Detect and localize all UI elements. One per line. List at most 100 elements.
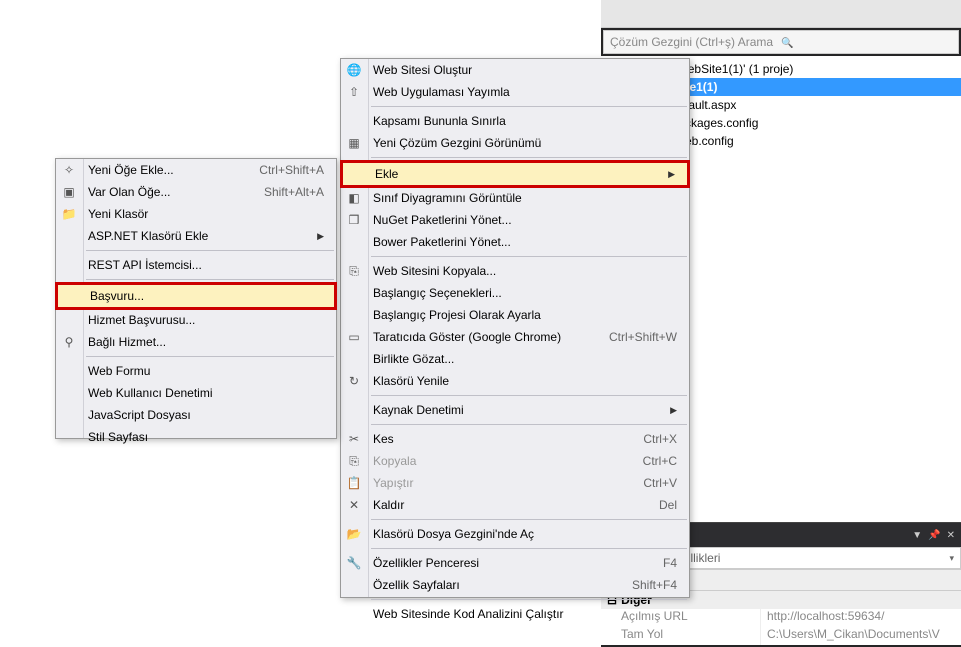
menu-item[interactable]: ⎘ Web Sitesini Kopyala... bbox=[341, 260, 689, 282]
menu-item[interactable]: ✂KesCtrl+X bbox=[341, 428, 689, 450]
menu-separator bbox=[371, 548, 687, 549]
nuget-icon: ❒ bbox=[346, 212, 362, 228]
menu-item[interactable]: 📂Klasörü Dosya Gezgini'nde Aç bbox=[341, 523, 689, 545]
blank-icon bbox=[346, 234, 362, 250]
menu-item-label: Kaldır bbox=[373, 498, 635, 512]
globe-icon: 🌐 bbox=[346, 62, 362, 78]
blank-icon bbox=[61, 429, 77, 445]
submenu-arrow-icon: ▶ bbox=[668, 169, 675, 180]
menu-item[interactable]: Başlangıç Projesi Olarak Ayarla bbox=[341, 304, 689, 326]
menu-item[interactable]: ▭Taratıcıda Göster (Google Chrome)Ctrl+S… bbox=[341, 326, 689, 348]
menu-item-label: Taratıcıda Göster (Google Chrome) bbox=[373, 330, 585, 344]
search-placeholder: Çözüm Gezgini (Ctrl+ş) Arama bbox=[610, 35, 781, 49]
menu-item-label: Özellikler Penceresi bbox=[373, 556, 639, 570]
menu-item[interactable]: Web Sitesinde Kod Analizini Çalıştır bbox=[341, 603, 689, 625]
close-icon[interactable]: ✕ bbox=[947, 530, 955, 541]
wrench-icon: 🔧 bbox=[346, 555, 362, 571]
solution-search-box[interactable]: Çözüm Gezgini (Ctrl+ş) Arama bbox=[603, 30, 959, 54]
menu-item-label: Web Sitesi Oluştur bbox=[373, 63, 677, 77]
refresh-icon: ↻ bbox=[346, 373, 362, 389]
menu-item-shortcut: Ctrl+Shift+A bbox=[259, 163, 324, 177]
menu-item[interactable]: ❒NuGet Paketlerini Yönet... bbox=[341, 209, 689, 231]
new-item-icon: ✧ bbox=[61, 162, 77, 178]
menu-item[interactable]: Kaynak Denetimi▶ bbox=[341, 399, 689, 421]
menu-item-shortcut: Del bbox=[659, 498, 677, 512]
property-value: http://localhost:59634/ bbox=[761, 609, 961, 627]
blank-icon bbox=[61, 228, 77, 244]
menu-item-label: Özellik Sayfaları bbox=[373, 578, 608, 592]
menu-item[interactable]: Başvuru... bbox=[55, 282, 337, 310]
menu-item[interactable]: Web Kullanıcı Denetimi bbox=[56, 382, 336, 404]
cut-icon: ✂ bbox=[346, 431, 362, 447]
menu-item[interactable]: 🔧Özellikler PenceresiF4 bbox=[341, 552, 689, 574]
menu-item[interactable]: ◧Sınıf Diyagramını Görüntüle bbox=[341, 187, 689, 209]
menu-item[interactable]: ✧Yeni Öğe Ekle...Ctrl+Shift+A bbox=[56, 159, 336, 181]
menu-item-label: Kopyala bbox=[373, 454, 619, 468]
menu-separator bbox=[86, 279, 334, 280]
property-row[interactable]: Tam Yol C:\Users\M_Cikan\Documents\V bbox=[601, 627, 961, 645]
menu-item[interactable]: ▦ Yeni Çözüm Gezgini Görünümü bbox=[341, 132, 689, 154]
menu-item[interactable]: 🌐 Web Sitesi Oluştur bbox=[341, 59, 689, 81]
search-icon[interactable] bbox=[781, 35, 952, 49]
blank-icon bbox=[346, 285, 362, 301]
menu-item-shortcut: Shift+F4 bbox=[632, 578, 677, 592]
menu-item-label: Stil Sayfası bbox=[88, 430, 324, 444]
blank-icon bbox=[61, 312, 77, 328]
new-view-icon: ▦ bbox=[346, 135, 362, 151]
menu-item[interactable]: Birlikte Gözat... bbox=[341, 348, 689, 370]
blank-icon bbox=[346, 113, 362, 129]
menu-item-label: Bower Paketlerini Yönet... bbox=[373, 235, 677, 249]
menu-separator bbox=[371, 256, 687, 257]
menu-item[interactable]: ✕ Kaldır Del bbox=[341, 494, 689, 516]
add-submenu[interactable]: ✧Yeni Öğe Ekle...Ctrl+Shift+A▣Var Olan Ö… bbox=[55, 158, 337, 439]
property-name: Tam Yol bbox=[601, 627, 761, 645]
menu-item[interactable]: JavaScript Dosyası bbox=[56, 404, 336, 426]
menu-item-label: Klasörü Dosya Gezgini'nde Aç bbox=[373, 527, 677, 541]
menu-item[interactable]: 📁Yeni Klasör bbox=[56, 203, 336, 225]
delete-icon: ✕ bbox=[346, 497, 362, 513]
menu-item[interactable]: Hizmet Başvurusu... bbox=[56, 309, 336, 331]
menu-item-shortcut: Ctrl+C bbox=[643, 454, 677, 468]
menu-item-label: Yeni Çözüm Gezgini Görünümü bbox=[373, 136, 677, 150]
menu-item-shortcut: Ctrl+V bbox=[643, 476, 677, 490]
menu-item-label: Yeni Klasör bbox=[88, 207, 324, 221]
menu-item-label: Başlangıç Projesi Olarak Ayarla bbox=[373, 308, 677, 322]
menu-item-label: Bağlı Hizmet... bbox=[88, 335, 324, 349]
existing-item-icon: ▣ bbox=[61, 184, 77, 200]
copy-site-icon: ⎘ bbox=[346, 263, 362, 279]
blank-icon bbox=[61, 385, 77, 401]
menu-item[interactable]: Özellik Sayfaları Shift+F4 bbox=[341, 574, 689, 596]
pin-icon[interactable]: 📌 bbox=[928, 530, 940, 541]
menu-item[interactable]: Stil Sayfası bbox=[56, 426, 336, 448]
menu-item-label: Web Kullanıcı Denetimi bbox=[88, 386, 324, 400]
solution-toolbar[interactable] bbox=[601, 0, 961, 28]
menu-item-label: Web Formu bbox=[88, 364, 324, 378]
menu-item[interactable]: ▣Var Olan Öğe...Shift+Alt+A bbox=[56, 181, 336, 203]
menu-separator bbox=[86, 356, 334, 357]
menu-item-label: Kaynak Denetimi bbox=[373, 403, 658, 417]
menu-item[interactable]: ⚲Bağlı Hizmet... bbox=[56, 331, 336, 353]
menu-item[interactable]: Ekle▶ bbox=[340, 160, 690, 188]
menu-item: 📋 Yapıştır Ctrl+V bbox=[341, 472, 689, 494]
browser-icon: ▭ bbox=[346, 329, 362, 345]
menu-item[interactable]: ↻Klasörü Yenile bbox=[341, 370, 689, 392]
menu-item-label: Birlikte Gözat... bbox=[373, 352, 677, 366]
menu-item[interactable]: ASP.NET Klasörü Ekle▶ bbox=[56, 225, 336, 247]
menu-item[interactable]: REST API İstemcisi... bbox=[56, 254, 336, 276]
menu-item-label: Yapıştır bbox=[373, 476, 619, 490]
paste-icon: 📋 bbox=[346, 475, 362, 491]
menu-item[interactable]: Web Formu bbox=[56, 360, 336, 382]
chevron-down-icon[interactable]: ▼ bbox=[912, 530, 922, 541]
menu-item-label: ASP.NET Klasörü Ekle bbox=[88, 229, 305, 243]
class-diagram-icon: ◧ bbox=[346, 190, 362, 206]
copy-icon: ⎘ bbox=[346, 453, 362, 469]
menu-item-label: JavaScript Dosyası bbox=[88, 408, 324, 422]
project-context-menu[interactable]: 🌐 Web Sitesi Oluştur ⇧Web Uygulaması Yayım… bbox=[340, 58, 690, 598]
menu-item[interactable]: Kapsamı Bununla Sınırla bbox=[341, 110, 689, 132]
blank-icon bbox=[346, 606, 362, 622]
menu-item[interactable]: ⇧Web Uygulaması Yayımla bbox=[341, 81, 689, 103]
menu-item-label: Web Sitesini Kopyala... bbox=[373, 264, 677, 278]
menu-item-label: Web Uygulaması Yayımla bbox=[373, 85, 677, 99]
menu-item[interactable]: Bower Paketlerini Yönet... bbox=[341, 231, 689, 253]
menu-item[interactable]: Başlangıç Seçenekleri... bbox=[341, 282, 689, 304]
